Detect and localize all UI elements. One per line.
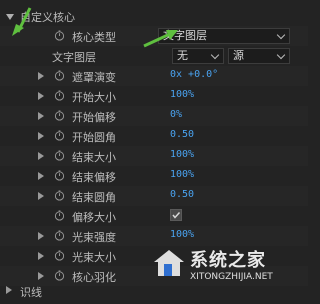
property-value[interactable]: 100% [170,169,194,180]
stopwatch-icon[interactable] [54,130,65,141]
stopwatch-icon[interactable] [54,110,65,121]
checkmark-icon [172,211,181,219]
property-label: 结束大小 [72,151,116,164]
footer-partial-label: 识线 [20,286,42,299]
text-layer-label: 文字图层 [52,51,96,64]
property-value[interactable]: 0.50 [170,129,194,140]
property-value[interactable]: 0.50 [170,189,194,200]
property-label: 光束大小 [72,251,116,264]
annotation-arrow-icon [12,7,32,36]
property-row: 结束大小 100% [0,146,308,166]
property-label: 结束偏移 [72,171,116,184]
stopwatch-icon[interactable] [54,30,65,41]
property-label: 遮罩演变 [72,71,116,84]
property-row: 遮罩演变 0x +0.0° [0,66,308,86]
expand-arrow-icon[interactable] [38,192,44,200]
stopwatch-icon[interactable] [54,190,65,201]
property-row: 偏移大小 [0,206,308,226]
property-row: 结束圆角 0.50 [0,186,308,206]
property-value[interactable]: 100% [170,229,194,240]
watermark: 系统之家 XITONGZHIJIA.NET [150,240,308,292]
expand-arrow-icon[interactable] [38,132,44,140]
property-row: 开始圆角 0.50 [0,126,308,146]
stopwatch-icon[interactable] [54,70,65,81]
property-label: 开始圆角 [72,131,116,144]
property-label: 偏移大小 [72,211,116,224]
core-type-label: 核心类型 [72,31,116,44]
stopwatch-icon[interactable] [54,270,65,281]
stopwatch-icon[interactable] [54,150,65,161]
expand-arrow-icon[interactable] [38,152,44,160]
property-label: 结束圆角 [72,191,116,204]
stopwatch-icon[interactable] [54,90,65,101]
watermark-brand: 系统之家 [190,250,266,271]
expand-arrow-icon[interactable] [38,252,44,260]
house-logo-icon [154,250,184,276]
property-value[interactable]: 0x +0.0° [170,69,218,80]
section-header[interactable]: 自定义核心 [0,6,308,26]
watermark-url: XITONGZHIJIA.NET [190,272,273,282]
expand-arrow-icon[interactable] [38,232,44,240]
property-label: 开始偏移 [72,111,116,124]
expand-arrow-icon[interactable] [38,72,44,80]
property-row: 开始大小 100% [0,86,308,106]
property-value[interactable]: 100% [170,89,194,100]
property-label: 光束强度 [72,231,116,244]
expand-arrow-icon[interactable] [38,172,44,180]
text-layer-select-value: 无 [177,49,188,62]
chevron-down-icon [210,50,220,60]
property-row: 开始偏移 0% [0,106,308,126]
expand-arrow-icon[interactable] [6,286,12,294]
property-label: 开始大小 [72,91,116,104]
property-row: 结束偏移 100% [0,166,308,186]
property-label: 核心羽化 [72,271,116,284]
chevron-down-icon [276,30,286,40]
property-value[interactable]: 0% [170,109,182,120]
offset-size-checkbox[interactable] [170,209,182,221]
stopwatch-icon[interactable] [54,170,65,181]
expand-arrow-icon[interactable] [38,272,44,280]
stopwatch-icon[interactable] [54,210,65,221]
text-layer-source-value: 源 [233,49,244,62]
expand-arrow-icon[interactable] [38,112,44,120]
stopwatch-icon[interactable] [54,250,65,261]
annotation-arrow-icon [143,30,178,48]
expand-arrow-icon[interactable] [38,92,44,100]
chevron-down-icon [276,50,286,60]
property-value[interactable]: 100% [170,149,194,160]
text-layer-source-select[interactable]: 源 [228,48,290,64]
text-layer-select[interactable]: 无 [172,48,224,64]
stopwatch-icon[interactable] [54,230,65,241]
